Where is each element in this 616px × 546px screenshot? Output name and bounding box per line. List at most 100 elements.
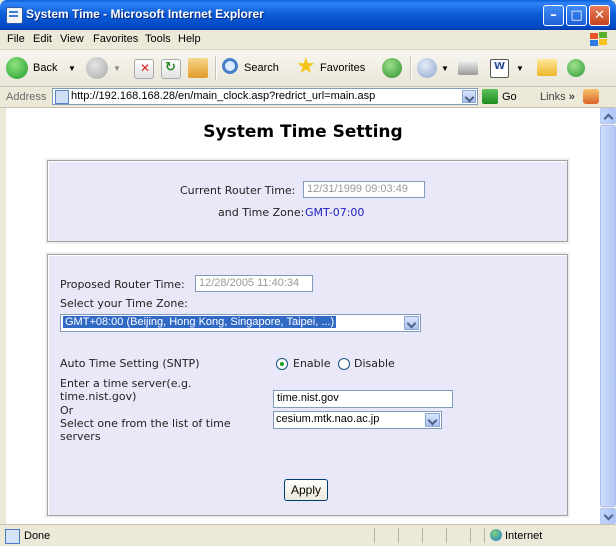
- word-edit-icon: W: [490, 59, 509, 78]
- favorites-button[interactable]: ★ Favorites: [296, 54, 378, 80]
- menu-view[interactable]: View: [60, 33, 84, 45]
- time-server-dropdown-button[interactable]: [425, 413, 440, 427]
- proposed-time-label: Proposed Router Time:: [60, 278, 185, 291]
- page-done-icon: [5, 529, 20, 544]
- address-url: http://192.168.168.28/en/main_clock.asp?…: [71, 90, 376, 102]
- vertical-scrollbar[interactable]: [600, 108, 616, 524]
- sntp-enable-radio[interactable]: [276, 358, 288, 370]
- messenger-icon: [567, 59, 585, 77]
- current-time-value: 12/31/1999 09:03:49: [307, 183, 408, 195]
- address-input[interactable]: http://192.168.168.28/en/main_clock.asp?…: [52, 88, 478, 105]
- back-arrow-icon: [6, 57, 28, 79]
- favorites-star-icon: ★: [296, 54, 316, 79]
- timezone-selected-value: GMT+08:00 (Beijing, Hong Kong, Singapore…: [61, 315, 338, 329]
- folder-icon: [537, 59, 557, 76]
- close-button[interactable]: ✕: [589, 5, 610, 26]
- toolbar-separator: [215, 56, 217, 80]
- messenger-button[interactable]: [564, 56, 590, 80]
- scroll-up-button[interactable]: [600, 108, 616, 124]
- search-icon: [222, 58, 238, 74]
- security-zone: Internet: [505, 530, 543, 542]
- menu-edit[interactable]: Edit: [33, 33, 52, 45]
- forward-dropdown-icon[interactable]: ▼: [113, 64, 121, 73]
- menu-file[interactable]: File: [7, 33, 25, 45]
- ie-window-icon: [6, 7, 23, 24]
- links-label: Links: [540, 91, 566, 103]
- edit-button[interactable]: W ▼: [490, 56, 528, 80]
- mail-button[interactable]: ▼: [417, 56, 453, 80]
- search-label: Search: [244, 62, 279, 74]
- maximize-button[interactable]: □: [566, 5, 587, 26]
- current-time-panel: Current Router Time: 12/31/1999 09:03:49…: [47, 160, 568, 242]
- timezone-label: and Time Zone:: [218, 206, 305, 219]
- menu-help[interactable]: Help: [178, 33, 201, 45]
- home-button[interactable]: [186, 56, 210, 80]
- toolbar: Back ▼ ▼ ✕ ↻ Search ★ Favorites ▼ W ▼: [0, 50, 616, 87]
- minimize-button[interactable]: –: [543, 5, 564, 26]
- sntp-disable-label[interactable]: Disable: [354, 357, 395, 370]
- discuss-button[interactable]: [536, 56, 560, 80]
- edit-dropdown-icon[interactable]: ▼: [516, 64, 524, 73]
- address-bar: Address http://192.168.168.28/en/main_cl…: [0, 87, 616, 108]
- forward-button[interactable]: ▼: [86, 56, 126, 80]
- status-text: Done: [24, 530, 51, 542]
- menu-favorites[interactable]: Favorites: [93, 33, 138, 45]
- go-arrow-icon[interactable]: [482, 89, 498, 104]
- toolbar-extension-icon[interactable]: [583, 89, 599, 104]
- menu-tools[interactable]: Tools: [145, 33, 171, 45]
- page-content: System Time Setting Current Router Time:…: [6, 108, 600, 524]
- forward-arrow-icon: [86, 57, 108, 79]
- mail-icon: [417, 58, 437, 78]
- maximize-icon: □: [570, 8, 583, 23]
- title-bar: System Time - Microsoft Internet Explore…: [0, 0, 616, 30]
- timezone-select[interactable]: GMT+08:00 (Beijing, Hong Kong, Singapore…: [60, 314, 421, 332]
- stop-button[interactable]: ✕: [132, 56, 154, 80]
- chevron-down-icon: [406, 318, 417, 329]
- current-time-label: Current Router Time:: [180, 184, 296, 197]
- home-icon: [188, 58, 208, 78]
- address-label: Address: [6, 91, 47, 103]
- windows-logo-icon: [588, 31, 610, 48]
- back-button[interactable]: Back ▼: [6, 56, 81, 80]
- printer-icon: [458, 61, 478, 75]
- toolbar-separator: [410, 56, 412, 80]
- history-button[interactable]: [381, 56, 405, 80]
- search-button[interactable]: Search: [222, 56, 292, 80]
- current-time-field: 12/31/1999 09:03:49: [303, 181, 425, 198]
- scroll-thumb[interactable]: [600, 125, 616, 507]
- page-title: System Time Setting: [203, 122, 403, 142]
- page-icon: [55, 90, 69, 104]
- mail-dropdown-icon[interactable]: ▼: [441, 64, 449, 73]
- time-setting-panel: Proposed Router Time: 12/28/2005 11:40:3…: [47, 254, 568, 516]
- window-title: System Time - Microsoft Internet Explore…: [26, 7, 264, 21]
- chevron-down-icon: [464, 92, 475, 103]
- sntp-disable-radio[interactable]: [338, 358, 350, 370]
- close-icon: ✕: [594, 8, 605, 23]
- back-label: Back: [33, 62, 58, 74]
- refresh-button[interactable]: ↻: [159, 56, 181, 80]
- chevron-down-icon: [603, 510, 614, 521]
- stop-icon: ✕: [134, 59, 154, 79]
- favorites-label: Favorites: [320, 62, 366, 74]
- history-icon: [382, 58, 402, 78]
- proposed-time-field: 12/28/2005 11:40:34: [195, 275, 313, 292]
- address-dropdown-button[interactable]: [462, 90, 476, 103]
- go-button[interactable]: Go: [502, 91, 517, 103]
- proposed-time-value: 12/28/2005 11:40:34: [199, 277, 300, 289]
- timezone-value: GMT-07:00: [305, 206, 365, 219]
- back-dropdown-icon[interactable]: ▼: [68, 64, 76, 73]
- time-server-label-line1: Enter a time server(e.g.: [60, 377, 192, 390]
- sntp-enable-label[interactable]: Enable: [293, 357, 330, 370]
- timezone-dropdown-button[interactable]: [404, 316, 419, 330]
- time-server-select[interactable]: cesium.mtk.nao.ac.jp: [273, 411, 442, 429]
- menu-bar: File Edit View Favorites Tools Help: [0, 30, 616, 50]
- scroll-down-button[interactable]: [600, 508, 616, 524]
- print-button[interactable]: [457, 56, 481, 80]
- links-button[interactable]: Links »: [540, 91, 575, 103]
- chevron-up-icon: [603, 113, 614, 124]
- apply-button[interactable]: Apply: [284, 479, 328, 501]
- server-list-label-line1: Select one from the list of time: [60, 417, 231, 430]
- chevron-down-icon: [427, 415, 438, 426]
- select-timezone-label: Select your Time Zone:: [60, 297, 188, 310]
- time-server-input[interactable]: time.nist.gov: [273, 390, 453, 408]
